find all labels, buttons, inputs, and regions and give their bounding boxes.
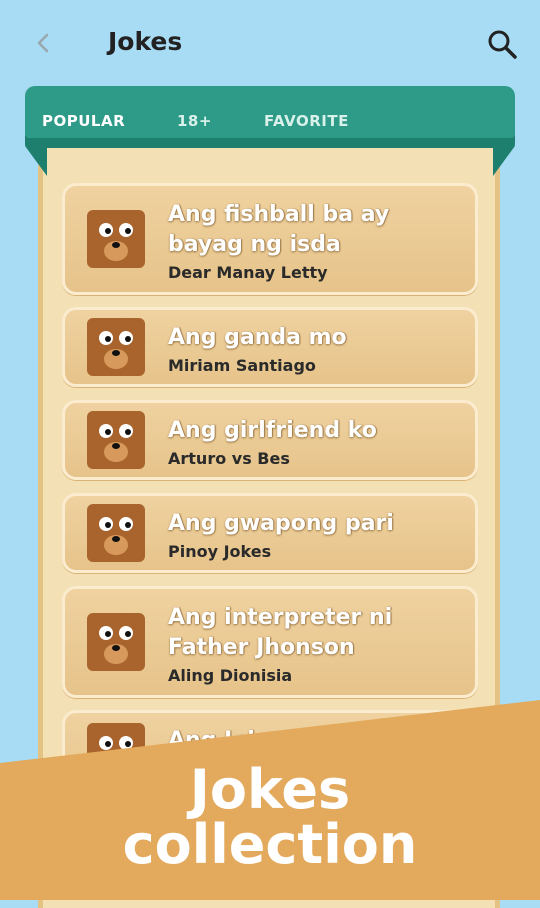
banner-line-2: collection (122, 813, 418, 876)
joke-title: Ang girlfriend ko (168, 418, 377, 443)
joke-title: Ang ganda mo (168, 325, 347, 350)
list-item[interactable]: Ang ganda mo Miriam Santiago (62, 307, 478, 387)
bear-face-icon (87, 613, 145, 671)
bear-face-icon (87, 504, 145, 562)
joke-author: Pinoy Jokes (168, 542, 272, 561)
list-item[interactable]: Ang gwapong pari Pinoy Jokes (62, 493, 478, 573)
banner-line-1: Jokes (189, 758, 351, 821)
list-item[interactable]: Ang interpreter ni Father Jhonson Aling … (62, 586, 478, 698)
joke-title: Ang gwapong pari (168, 511, 394, 536)
bear-face-icon (87, 318, 145, 376)
joke-title: Ang fishball ba ay bayag ng isda (168, 202, 390, 257)
bear-face-icon (87, 411, 145, 469)
joke-author: Arturo vs Bes (168, 449, 290, 468)
bear-face-icon (87, 210, 145, 268)
joke-author: Aling Dionisia (168, 666, 293, 685)
joke-author: Dear Manay Letty (168, 263, 328, 282)
joke-title: Ang interpreter ni Father Jhonson (168, 605, 393, 660)
joke-author: Miriam Santiago (168, 356, 316, 375)
list-item[interactable]: Ang fishball ba ay bayag ng isda Dear Ma… (62, 183, 478, 295)
list-item[interactable]: Ang girlfriend ko Arturo vs Bes (62, 400, 478, 480)
